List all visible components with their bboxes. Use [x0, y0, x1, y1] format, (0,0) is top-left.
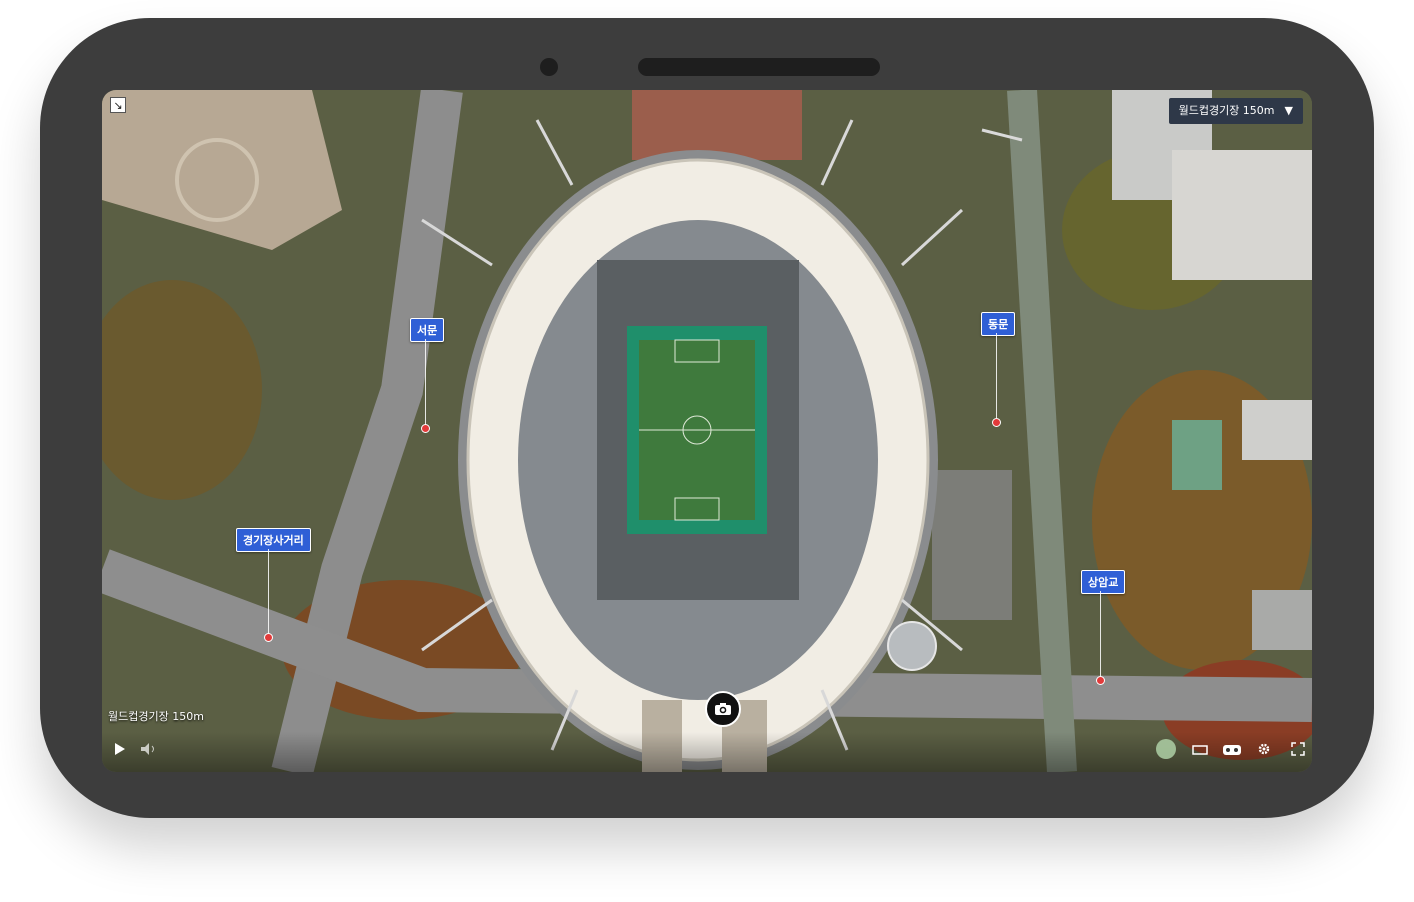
hotspot-sangam-bridge[interactable]: 상암교	[1081, 570, 1126, 594]
location-select-label: 월드컵경기장 150m	[1178, 104, 1275, 117]
volume-icon[interactable]	[140, 742, 158, 760]
panorama-viewer[interactable]: 서문 동문 경기장사거리 상암교 ↘ 월드컵경기장 150m ▼ 월드컵경기장 …	[102, 90, 1312, 772]
hotspot-line	[425, 339, 426, 425]
minimap-icon[interactable]	[1155, 738, 1177, 764]
hotspot-line	[1100, 591, 1101, 676]
round-pavilion	[887, 621, 937, 671]
fullscreen-icon[interactable]	[1291, 742, 1305, 760]
hotspot-line	[268, 549, 269, 633]
top-square	[632, 90, 802, 160]
hotspot-marker[interactable]	[264, 633, 273, 642]
speaker-grille	[638, 58, 880, 76]
parking-lot	[932, 470, 1012, 620]
chevron-down-icon: ▼	[1284, 104, 1293, 117]
hotspot-west-gate[interactable]: 서문	[410, 318, 445, 342]
stadium	[458, 150, 938, 770]
control-bar	[102, 732, 1312, 772]
aerial-stadium-view[interactable]	[102, 90, 1312, 772]
scene-caption: 월드컵경기장 150m	[108, 710, 204, 723]
hotspot-line	[996, 333, 997, 418]
front-camera-right	[858, 58, 876, 76]
screen-ratio-icon[interactable]	[1192, 744, 1208, 760]
settings-icon[interactable]	[1257, 742, 1271, 760]
camera-icon	[715, 703, 731, 715]
hotspot-stadium-intersection[interactable]: 경기장사거리	[236, 528, 311, 552]
vr-icon[interactable]	[1222, 744, 1242, 760]
capture-button[interactable]	[705, 691, 741, 727]
location-select[interactable]: 월드컵경기장 150m ▼	[1168, 98, 1303, 124]
building-ne-2	[1172, 150, 1312, 280]
front-camera-left	[540, 58, 558, 76]
play-icon[interactable]	[114, 742, 126, 760]
hotspot-marker[interactable]	[1096, 676, 1105, 685]
hotspot-east-gate[interactable]: 동문	[981, 312, 1016, 336]
expand-icon[interactable]: ↘	[110, 97, 126, 113]
hotspot-marker[interactable]	[421, 424, 430, 433]
hotspot-marker[interactable]	[992, 418, 1001, 427]
